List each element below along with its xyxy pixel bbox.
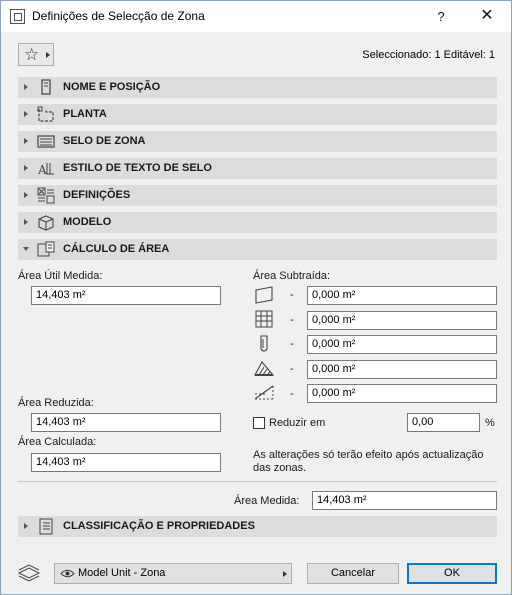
panel-stamp-text-style[interactable]: A ESTILO DE TEXTO DE SELO [18, 158, 497, 179]
expand-arrow-icon [24, 138, 28, 144]
help-button[interactable]: ? [431, 7, 451, 27]
panel-label: PLANTA [63, 108, 107, 120]
reduce-label: Reduzir em [269, 417, 326, 429]
subtracted-area-label: Área Subtraída: [253, 270, 331, 282]
subtracted-dash: - [290, 289, 294, 301]
panel-model[interactable]: MODELO [18, 212, 497, 233]
expand-arrow-icon [24, 165, 28, 171]
panel-label: CLASSIFICAÇÃO E PROPRIEDADES [63, 520, 255, 532]
subtracted-dash: - [290, 314, 294, 326]
subtracted-dash: - [290, 338, 294, 350]
layer-select-value: Model Unit - Zona [78, 567, 166, 579]
selection-info: Seleccionado: 1 Editável: 1 [362, 49, 495, 61]
column-grid-icon [255, 310, 273, 328]
panel-label: NOME E POSIÇÃO [63, 81, 161, 93]
measured-area-field: 14,403 m² [312, 491, 497, 510]
classification-icon [39, 518, 53, 535]
svg-text:A: A [37, 163, 47, 177]
expand-arrow-icon [24, 219, 28, 225]
model-icon [38, 215, 54, 231]
subtracted-dash: - [290, 363, 294, 375]
subtracted-wall-field: 0,000 m² [307, 286, 497, 305]
cancel-button[interactable]: Cancelar [307, 563, 399, 584]
floor-plan-icon [37, 106, 54, 122]
close-button[interactable]: ✕ [475, 5, 499, 27]
favorites-button[interactable]: ☆ [18, 43, 54, 66]
low-height-icon [254, 385, 274, 400]
name-position-icon [41, 79, 51, 95]
reduced-area-field: 14,403 m² [31, 413, 221, 432]
reduce-checkbox[interactable] [253, 417, 265, 429]
expand-arrow-icon [24, 523, 28, 529]
layers-icon [17, 564, 41, 582]
panel-label: MODELO [63, 216, 112, 228]
subtracted-dash: - [290, 388, 294, 400]
panel-zone-stamp[interactable]: SELO DE ZONA [18, 131, 497, 152]
percent-sign: % [485, 417, 495, 429]
panel-label: DEFINIÇÕES [63, 189, 131, 201]
chevron-right-icon [283, 571, 287, 577]
panel-settings[interactable]: DEFINIÇÕES [18, 185, 497, 206]
update-note: As alterações só terão efeito após actua… [253, 449, 484, 474]
expand-arrow-icon [24, 111, 28, 117]
settings-icon [37, 187, 55, 204]
app-icon [10, 9, 25, 24]
panel-classification-properties[interactable]: CLASSIFICAÇÃO E PROPRIEDADES [18, 516, 497, 537]
area-calculation-icon [37, 241, 55, 257]
subtracted-low-height-field: 0,000 m² [307, 384, 497, 403]
dialog-window: Definições de Selecção de Zona ? ✕ ☆ Sel… [0, 0, 512, 595]
subtracted-grid-field: 0,000 m² [307, 311, 497, 330]
panel-area-calculation[interactable]: CÁLCULO DE ÁREA [18, 239, 497, 260]
title-bar: Definições de Selecção de Zona ? ✕ [1, 1, 511, 32]
expand-arrow-icon [24, 192, 28, 198]
text-style-icon: A [37, 163, 54, 177]
column-icon [260, 335, 268, 352]
subtracted-fill-field: 0,000 m² [307, 360, 497, 379]
wall-icon [255, 286, 273, 304]
calculated-area-field: 14,403 m² [31, 453, 221, 472]
panel-label: ESTILO DE TEXTO DE SELO [63, 162, 212, 174]
panel-label: SELO DE ZONA [63, 135, 146, 147]
measured-useful-area-label: Área Útil Medida: [18, 270, 103, 282]
subtracted-column-field: 0,000 m² [307, 335, 497, 354]
expand-arrow-icon [24, 84, 28, 90]
ok-button[interactable]: OK [407, 563, 497, 584]
calculated-area-label: Área Calculada: [18, 436, 97, 448]
zone-stamp-icon [37, 135, 55, 148]
eye-icon [60, 569, 75, 578]
window-title: Definições de Selecção de Zona [32, 9, 205, 23]
fill-hatch-icon [254, 361, 275, 376]
reduce-percent-input[interactable]: 0,00 [407, 413, 480, 432]
star-icon: ☆ [24, 45, 40, 64]
collapse-arrow-icon [23, 247, 29, 251]
chevron-right-icon [46, 52, 50, 58]
layer-select[interactable]: Model Unit - Zona [54, 563, 292, 584]
separator [18, 481, 497, 482]
measured-useful-area-field: 14,403 m² [31, 286, 221, 305]
panel-name-position[interactable]: NOME E POSIÇÃO [18, 77, 497, 98]
reduced-area-label: Área Reduzida: [18, 397, 94, 409]
panel-label: CÁLCULO DE ÁREA [63, 243, 170, 255]
measured-area-label: Área Medida: [234, 495, 300, 507]
panel-floor-plan[interactable]: PLANTA [18, 104, 497, 125]
